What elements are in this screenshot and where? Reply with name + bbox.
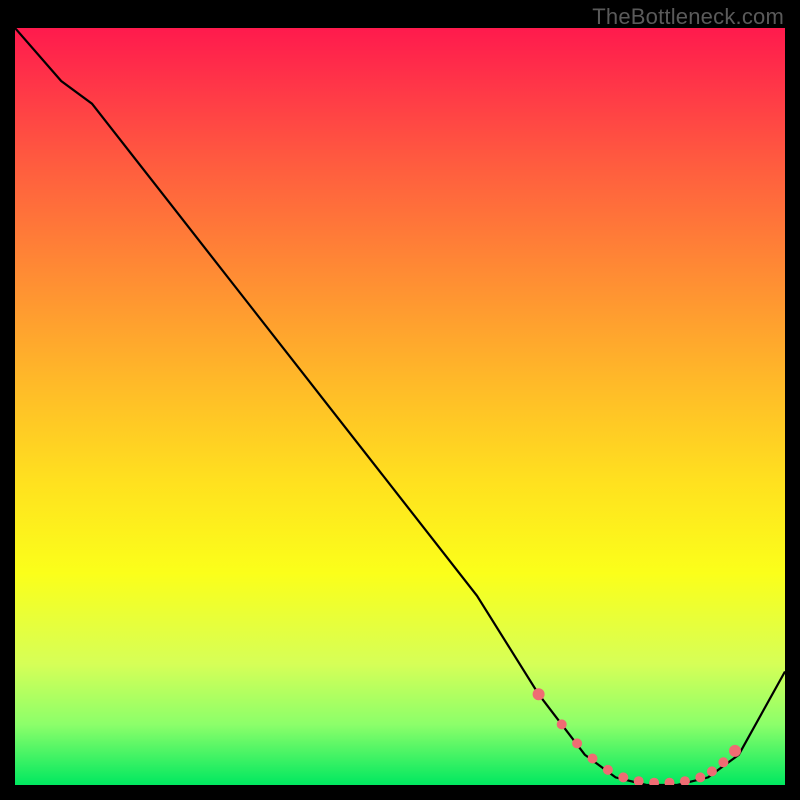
marker-dot <box>557 719 567 729</box>
curve-layer <box>15 28 785 785</box>
marker-dot <box>634 776 644 785</box>
marker-dot <box>572 738 582 748</box>
marker-dot <box>729 745 741 757</box>
marker-dot <box>588 754 598 764</box>
optimal-range-dots <box>533 688 741 785</box>
marker-dot <box>649 778 659 785</box>
marker-dot <box>533 688 545 700</box>
marker-dot <box>618 772 628 782</box>
marker-dot <box>680 776 690 785</box>
marker-dot <box>603 765 613 775</box>
gradient-plot-area <box>15 28 785 785</box>
chart-frame: TheBottleneck.com <box>0 0 800 800</box>
watermark-text: TheBottleneck.com <box>592 4 784 30</box>
marker-dot <box>695 772 705 782</box>
marker-dot <box>707 766 717 776</box>
marker-dot <box>718 757 728 767</box>
marker-dot <box>665 778 675 785</box>
bottleneck-curve-path <box>15 28 785 785</box>
